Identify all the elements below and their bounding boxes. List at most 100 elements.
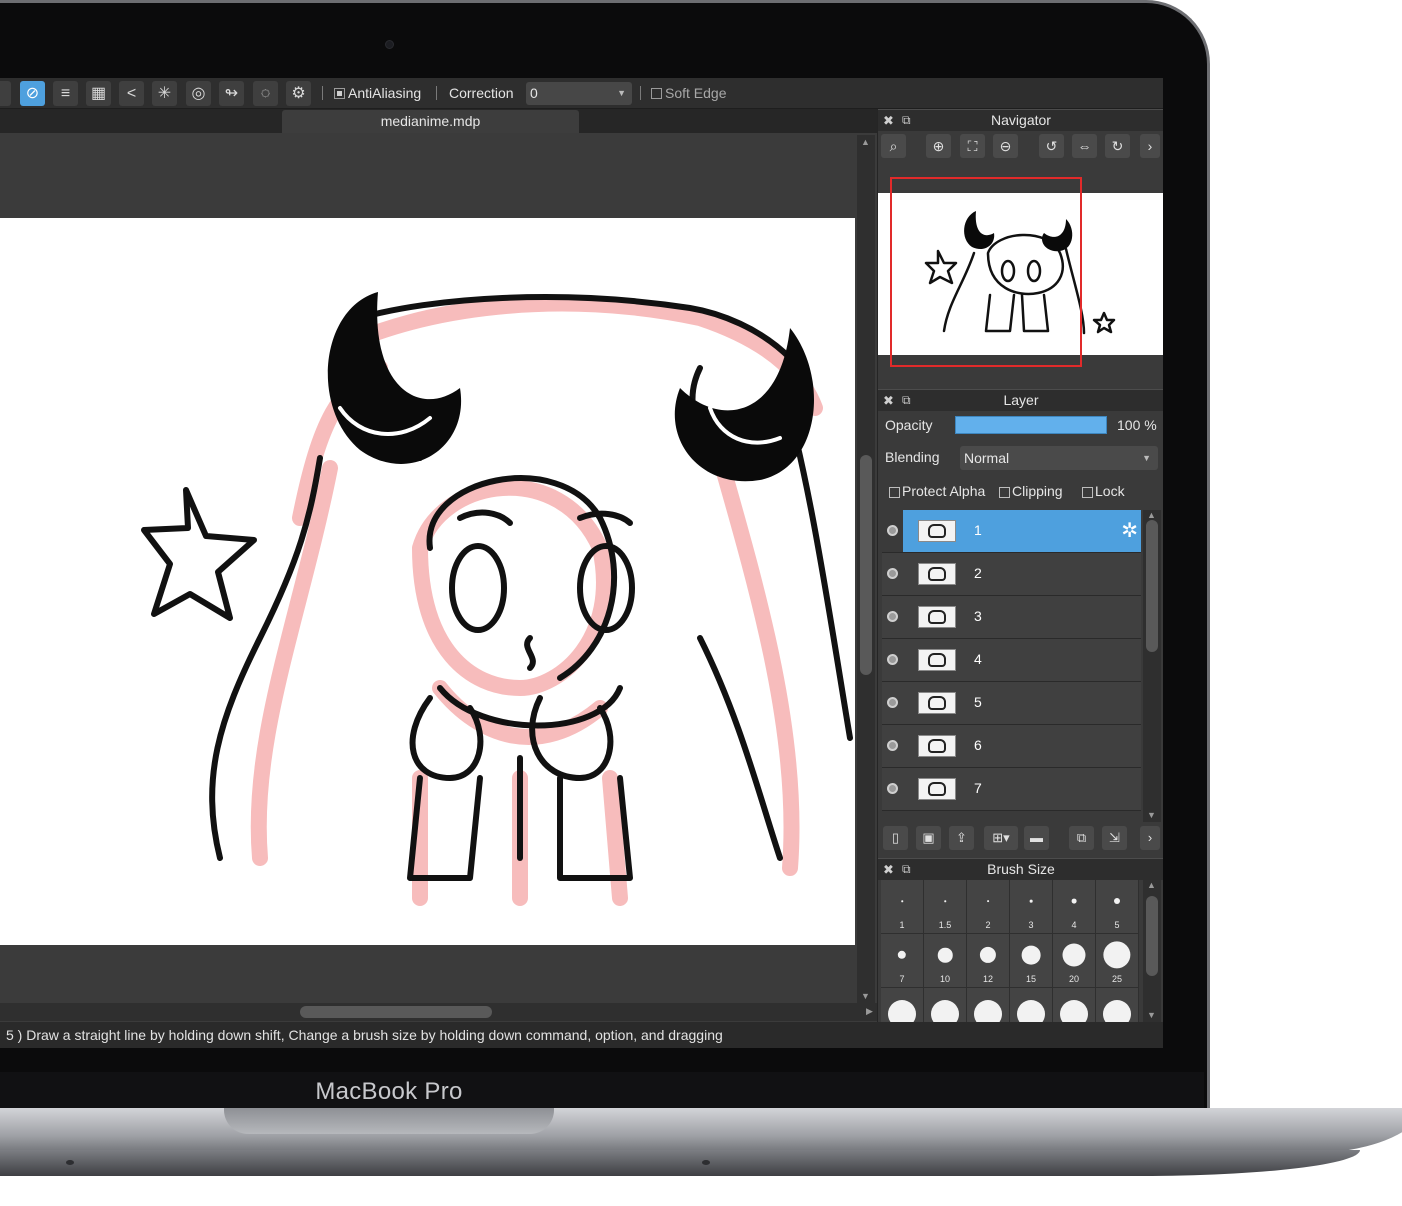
close-icon[interactable]: ✖ xyxy=(883,110,894,131)
scroll-up-icon[interactable]: ▲ xyxy=(1147,510,1156,520)
popout-icon[interactable]: ⧉ xyxy=(902,110,911,131)
popout-icon[interactable]: ⧉ xyxy=(902,859,911,880)
layer-row[interactable]: 3 xyxy=(882,596,1141,639)
zoom-out-icon[interactable]: ⊖ xyxy=(993,134,1018,158)
opacity-slider[interactable] xyxy=(955,416,1107,434)
rotate-left-icon[interactable]: ↺ xyxy=(1039,134,1064,158)
brush-size-cell[interactable]: 3 xyxy=(1010,880,1052,933)
snap-off-button[interactable]: ⊘ xyxy=(20,81,45,106)
add-layer-menu-icon[interactable]: ⊞▾ xyxy=(984,826,1018,850)
brush-scroll-thumb[interactable] xyxy=(1146,896,1158,976)
navigator-title-bar: ✖ ⧉ Navigator xyxy=(878,109,1163,131)
scroll-down-icon[interactable]: ▼ xyxy=(861,991,870,1001)
grid-snap-icon[interactable]: ▦ xyxy=(86,81,111,106)
close-icon[interactable]: ✖ xyxy=(883,859,894,880)
antialiasing-checkbox[interactable] xyxy=(334,88,345,99)
drawing-canvas[interactable] xyxy=(0,218,855,945)
brush-size-cell[interactable]: 1 xyxy=(881,880,923,933)
visibility-eye-icon[interactable] xyxy=(887,740,898,751)
brush-size-cell[interactable]: 12 xyxy=(967,934,1009,987)
zoom-in-icon[interactable]: ⊕ xyxy=(926,134,951,158)
canvas-viewport[interactable] xyxy=(0,133,855,1003)
canvas-horizontal-scrollbar[interactable]: ▶ xyxy=(0,1003,877,1021)
chevron-down-icon: ▼ xyxy=(1142,453,1151,463)
scroll-down-icon[interactable]: ▼ xyxy=(1147,810,1156,820)
layer-row[interactable]: 1 ✲ xyxy=(882,510,1141,553)
rotate-right-icon[interactable]: ↻ xyxy=(1105,134,1130,158)
vertical-scroll-thumb[interactable] xyxy=(860,455,872,675)
layer-row[interactable]: 2 xyxy=(882,553,1141,596)
brush-size-dot xyxy=(1114,898,1120,904)
layer-scroll-thumb[interactable] xyxy=(1146,520,1158,652)
brush-size-title: Brush Size xyxy=(987,861,1055,877)
tool-button-partial[interactable] xyxy=(0,81,11,106)
clipping-checkbox[interactable] xyxy=(999,487,1010,498)
blending-select[interactable]: Normal ▼ xyxy=(960,446,1158,470)
lock-checkbox[interactable] xyxy=(1082,487,1093,498)
scroll-down-icon[interactable]: ▼ xyxy=(1147,1010,1156,1020)
popout-icon[interactable]: ⧉ xyxy=(902,390,911,411)
webcam xyxy=(385,40,394,49)
navigator-view-frame[interactable] xyxy=(890,177,1082,367)
ellipse-snap-icon[interactable]: ◌ xyxy=(253,81,278,106)
layer-list-scrollbar[interactable]: ▲ ▼ xyxy=(1143,510,1161,822)
document-tab[interactable]: medianime.mdp xyxy=(282,110,579,133)
scroll-up-icon[interactable]: ▲ xyxy=(861,137,870,147)
visibility-eye-icon[interactable] xyxy=(887,568,898,579)
close-icon[interactable]: ✖ xyxy=(883,390,894,411)
brush-size-cell[interactable]: 10 xyxy=(924,934,966,987)
brush-size-dot xyxy=(1021,945,1041,965)
perspective-snap-icon[interactable]: < xyxy=(119,81,144,106)
brush-size-cell[interactable]: 15 xyxy=(1010,934,1052,987)
concentric-snap-icon[interactable]: ◎ xyxy=(186,81,211,106)
new-folder-icon[interactable]: ▬ xyxy=(1024,826,1049,850)
brush-size-cell[interactable]: 25 xyxy=(1096,934,1138,987)
navigator-more-icon[interactable]: › xyxy=(1140,134,1160,158)
curve-snap-icon[interactable]: ↬ xyxy=(219,81,244,106)
layer-row[interactable]: 6 xyxy=(882,725,1141,768)
toolbar-separator xyxy=(436,86,437,100)
parallel-snap-icon[interactable]: ≡ xyxy=(53,81,78,106)
layer-more-icon[interactable]: › xyxy=(1140,826,1160,850)
layer-row[interactable]: 5 xyxy=(882,682,1141,725)
protect-alpha-checkbox[interactable] xyxy=(889,487,900,498)
visibility-eye-icon[interactable] xyxy=(887,611,898,622)
layer-name: 1 xyxy=(974,522,982,538)
brush-size-cell[interactable]: 7 xyxy=(881,934,923,987)
radial-snap-icon[interactable]: ✳ xyxy=(152,81,177,106)
navigator-title: Navigator xyxy=(991,112,1051,128)
horizontal-scroll-thumb[interactable] xyxy=(300,1006,492,1018)
fit-window-icon[interactable]: ⛶ xyxy=(960,134,985,158)
brush-size-cell[interactable]: 20 xyxy=(1053,934,1095,987)
visibility-eye-icon[interactable] xyxy=(887,525,898,536)
layer-thumbnail xyxy=(918,520,956,542)
duplicate-layer-icon[interactable]: ⧉ xyxy=(1069,826,1094,850)
layer-name: 7 xyxy=(974,780,982,796)
brush-size-cell[interactable]: 2 xyxy=(967,880,1009,933)
scroll-right-icon[interactable]: ▶ xyxy=(866,1006,873,1017)
layer-row[interactable]: 4 xyxy=(882,639,1141,682)
brush-size-cell[interactable]: 1.5 xyxy=(924,880,966,933)
soft-edge-checkbox[interactable] xyxy=(651,88,662,99)
layer-settings-gear-icon[interactable]: ✲ xyxy=(1121,518,1138,543)
visibility-eye-icon[interactable] xyxy=(887,654,898,665)
new-layer-icon[interactable]: ▯ xyxy=(883,826,908,850)
brush-size-cell[interactable]: 4 xyxy=(1053,880,1095,933)
layer-thumbnail xyxy=(918,735,956,757)
blending-label: Blending xyxy=(885,449,940,465)
brush-size-scrollbar[interactable]: ▲ ▼ xyxy=(1143,880,1161,1022)
correction-select[interactable]: 0 ▼ xyxy=(526,82,632,105)
snap-settings-icon[interactable]: ⚙ xyxy=(286,81,311,106)
visibility-eye-icon[interactable] xyxy=(887,697,898,708)
import-layer-icon[interactable]: ⇪ xyxy=(949,826,974,850)
flip-horizontal-icon[interactable]: ⇔ xyxy=(1072,134,1097,158)
zoom-search-icon[interactable]: ⌕ xyxy=(881,134,906,158)
visibility-eye-icon[interactable] xyxy=(887,783,898,794)
new-halftone-layer-icon[interactable]: ▣ xyxy=(916,826,941,850)
canvas-vertical-scrollbar[interactable]: ▲ ▼ xyxy=(857,135,875,1005)
scroll-up-icon[interactable]: ▲ xyxy=(1147,880,1156,890)
merge-layer-icon[interactable]: ⇲ xyxy=(1102,826,1127,850)
brush-size-cell[interactable]: 5 xyxy=(1096,880,1138,933)
layer-title-bar: ✖ ⧉ Layer xyxy=(878,389,1163,411)
layer-row[interactable]: 7 xyxy=(882,768,1141,811)
